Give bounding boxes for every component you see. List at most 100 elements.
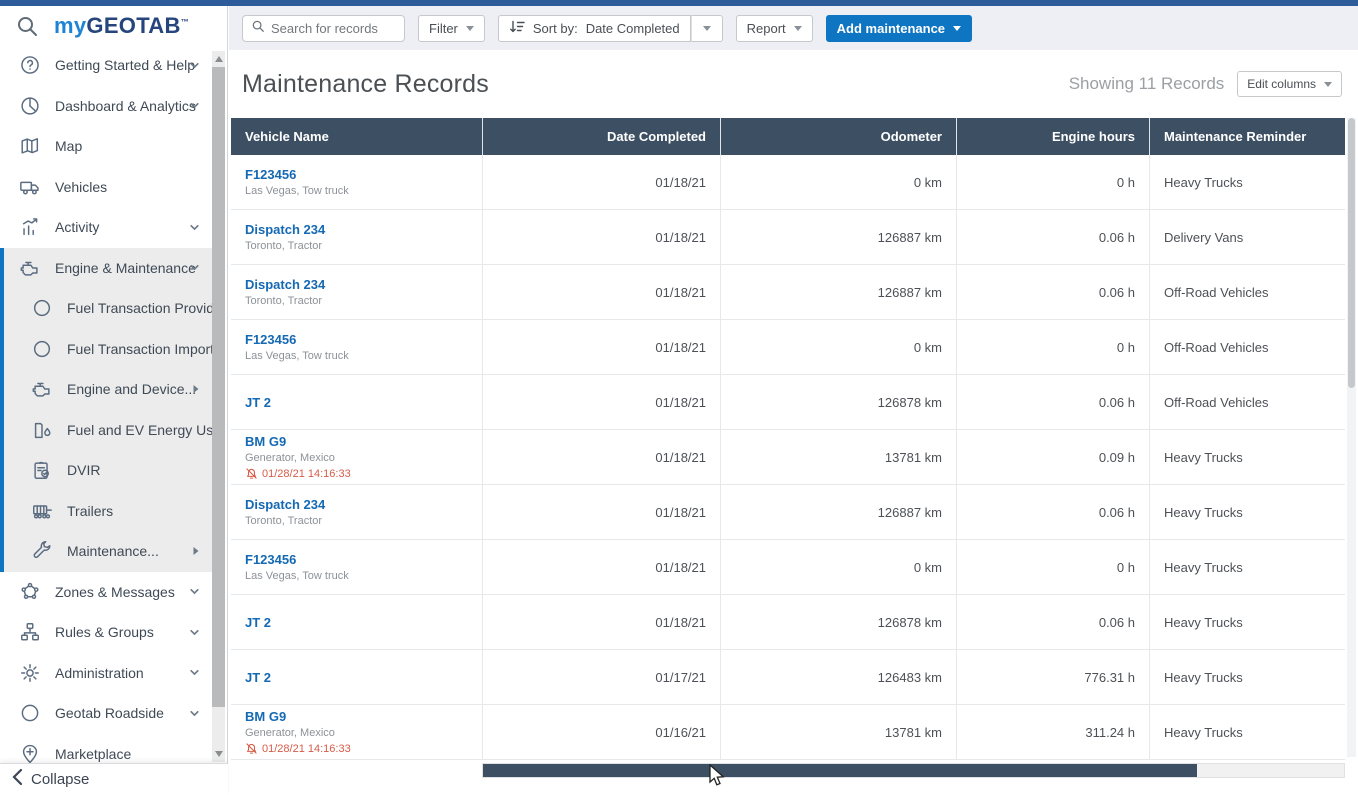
sidebar-item-engine-and-device[interactable]: Engine and Device... [0, 369, 213, 410]
vertical-scrollbar-thumb[interactable] [1348, 118, 1355, 388]
vehicle-name-link[interactable]: Dispatch 234 [245, 222, 468, 237]
scrollbar-up-arrow[interactable] [215, 56, 223, 62]
cell-engine-hours: 0.06 h [957, 485, 1150, 539]
sidebar-item-label: Zones & Messages [55, 584, 175, 600]
logo-prefix: my [54, 13, 86, 38]
search-icon[interactable] [15, 14, 39, 38]
vehicle-subtitle: Toronto, Tractor [245, 295, 468, 307]
table-row[interactable]: F123456Las Vegas, Tow truck01/18/210 km0… [231, 155, 1345, 210]
vehicle-name-link[interactable]: BM G9 [245, 709, 468, 724]
add-maintenance-label: Add maintenance [837, 21, 945, 36]
vehicles-icon [18, 175, 42, 199]
search-input[interactable] [271, 21, 396, 36]
column-header-vehicle-name[interactable]: Vehicle Name [231, 118, 483, 155]
vehicle-subtitle: Las Vegas, Tow truck [245, 350, 468, 362]
sidebar-item-rules-groups[interactable]: Rules & Groups [0, 612, 213, 653]
scrollbar-down-arrow[interactable] [215, 751, 223, 757]
sidebar-item-trailers[interactable]: Trailers [0, 491, 213, 532]
add-maintenance-button[interactable]: Add maintenance [826, 15, 972, 42]
sort-caret-button[interactable] [691, 15, 723, 42]
vehicle-name-link[interactable]: JT 2 [245, 670, 468, 685]
horizontal-scrollbar-thumb[interactable] [483, 764, 1197, 777]
vehicle-name-link[interactable]: Dispatch 234 [245, 497, 468, 512]
sidebar-item-engine-maintenance[interactable]: Engine & Maintenance [0, 248, 213, 289]
table-row[interactable]: Dispatch 234Toronto, Tractor01/18/211268… [231, 485, 1345, 540]
cell-maintenance-reminder: Off-Road Vehicles [1150, 265, 1345, 319]
sidebar-item-fuel-transaction-import[interactable]: Fuel Transaction Import [0, 329, 213, 370]
chevron-down-icon [189, 627, 200, 638]
sidebar-item-geotab-roadside[interactable]: Geotab Roadside [0, 693, 213, 734]
cell-engine-hours: 0 h [957, 320, 1150, 374]
page-title: Maintenance Records [242, 70, 489, 99]
map-icon [18, 134, 42, 158]
chevron-right-icon [192, 546, 200, 556]
cell-maintenance-reminder: Heavy Trucks [1150, 155, 1345, 209]
table-row[interactable]: JT 201/18/21126878 km0.06 hHeavy Trucks [231, 595, 1345, 650]
sidebar-header: myGEOTAB™ [0, 6, 227, 46]
vehicle-name-link[interactable]: F123456 [245, 167, 468, 182]
vehicle-name-link[interactable]: JT 2 [245, 615, 468, 630]
column-header-date-completed[interactable]: Date Completed [483, 118, 721, 155]
caret-down-icon [703, 26, 711, 31]
sort-button[interactable]: Sort by: Date Completed [498, 15, 691, 42]
vehicle-name-link[interactable]: F123456 [245, 332, 468, 347]
column-header-maintenance-reminder[interactable]: Maintenance Reminder [1150, 118, 1345, 155]
table-row[interactable]: Dispatch 234Toronto, Tractor01/18/211268… [231, 210, 1345, 265]
help-icon [18, 53, 42, 77]
table-vertical-scrollbar[interactable] [1347, 118, 1356, 757]
sidebar-item-getting-started-help[interactable]: Getting Started & Help [0, 45, 213, 86]
vehicle-name-link[interactable]: JT 2 [245, 395, 468, 410]
cell-engine-hours: 311.24 h [957, 705, 1150, 759]
caret-down-icon [794, 26, 802, 31]
sidebar-item-activity[interactable]: Activity [0, 207, 213, 248]
edit-columns-label: Edit columns [1247, 77, 1316, 91]
sidebar-item-label: Marketplace [55, 746, 131, 762]
sidebar-item-marketplace[interactable]: Marketplace [0, 734, 213, 764]
sidebar-item-dvir[interactable]: DVIR [0, 450, 213, 491]
cell-maintenance-reminder: Heavy Trucks [1150, 540, 1345, 594]
rules-icon [18, 620, 42, 644]
sidebar-item-label: Engine & Maintenance [55, 260, 196, 276]
search-icon [251, 19, 265, 38]
column-header-engine-hours[interactable]: Engine hours [957, 118, 1150, 155]
table-row[interactable]: F123456Las Vegas, Tow truck01/18/210 km0… [231, 540, 1345, 595]
chevron-down-icon [189, 262, 200, 273]
collapse-button[interactable]: Collapse [0, 763, 228, 795]
sort-value: Date Completed [586, 21, 680, 36]
table-body: F123456Las Vegas, Tow truck01/18/210 km0… [231, 155, 1345, 760]
vehicle-name-link[interactable]: F123456 [245, 552, 468, 567]
table-row[interactable]: JT 201/17/21126483 km776.31 hHeavy Truck… [231, 650, 1345, 705]
filter-button[interactable]: Filter [418, 15, 485, 42]
column-header-odometer[interactable]: Odometer [721, 118, 957, 155]
sidebar-item-administration[interactable]: Administration [0, 653, 213, 694]
sort-button-group: Sort by: Date Completed [498, 15, 723, 42]
sidebar-scrollbar[interactable] [212, 51, 225, 762]
cell-engine-hours: 0.06 h [957, 375, 1150, 429]
sidebar-scrollbar-thumb[interactable] [212, 67, 225, 707]
table-row[interactable]: BM G9Generator, Mexico01/28/21 14:16:330… [231, 430, 1345, 485]
sidebar-item-map[interactable]: Map [0, 126, 213, 167]
caret-down-icon [953, 26, 961, 31]
sidebar-item-maintenance[interactable]: Maintenance... [0, 531, 213, 572]
sidebar-item-fuel-transaction-provider[interactable]: Fuel Transaction Provider [0, 288, 213, 329]
sidebar-item-dashboard-analytics[interactable]: Dashboard & Analytics [0, 86, 213, 127]
alert-timestamp: 01/28/21 14:16:33 [262, 743, 351, 755]
cell-vehicle-name: Dispatch 234 Toronto, Tractor [231, 265, 483, 319]
table-row[interactable]: JT 201/18/21126878 km0.06 hOff-Road Vehi… [231, 375, 1345, 430]
cell-odometer: 13781 km [721, 430, 957, 484]
sidebar-item-vehicles[interactable]: Vehicles [0, 167, 213, 208]
cell-odometer: 0 km [721, 320, 957, 374]
sidebar-item-label: Fuel Transaction Import [67, 341, 213, 357]
edit-columns-button[interactable]: Edit columns [1237, 71, 1342, 97]
table-row[interactable]: BM G9Generator, Mexico01/28/21 14:16:330… [231, 705, 1345, 760]
vehicle-name-link[interactable]: BM G9 [245, 434, 468, 449]
table-row[interactable]: Dispatch 234Toronto, Tractor01/18/211268… [231, 265, 1345, 320]
vehicle-name-link[interactable]: Dispatch 234 [245, 277, 468, 292]
alarm-off-icon [245, 742, 258, 755]
report-button[interactable]: Report [736, 15, 813, 42]
sidebar-item-fuel-and-ev-energy-usage[interactable]: Fuel and EV Energy Usage [0, 410, 213, 451]
cell-maintenance-reminder: Off-Road Vehicles [1150, 375, 1345, 429]
table-row[interactable]: F123456Las Vegas, Tow truck01/18/210 km0… [231, 320, 1345, 375]
table-horizontal-scrollbar[interactable] [482, 763, 1345, 778]
sidebar-item-zones-messages[interactable]: Zones & Messages [0, 572, 213, 613]
